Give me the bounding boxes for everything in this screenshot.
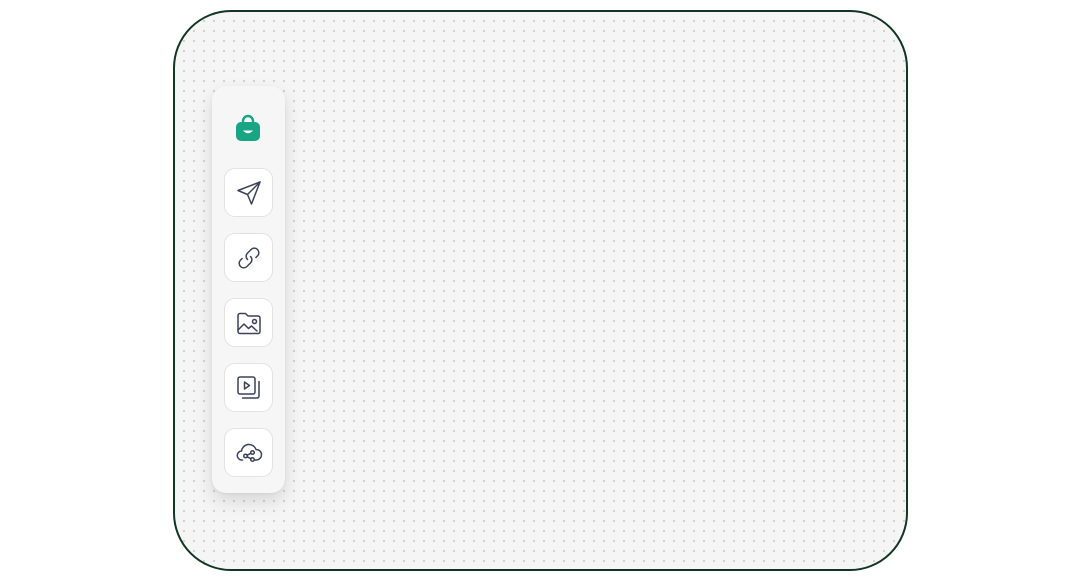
link-button[interactable] [224, 233, 273, 282]
link-icon [237, 246, 260, 269]
video-playlist-button[interactable] [224, 363, 273, 412]
send-button[interactable] [224, 168, 273, 217]
image-folder-button[interactable] [224, 298, 273, 347]
cloud-share-icon [236, 443, 262, 462]
app-stage [0, 0, 1080, 585]
vertical-toolbar [212, 86, 285, 493]
cloud-share-button[interactable] [224, 428, 273, 477]
send-icon [236, 180, 261, 205]
video-playlist-icon [236, 375, 260, 399]
shopping-bag-smile-icon [235, 114, 261, 142]
image-folder-icon [236, 312, 261, 334]
canvas-frame [173, 10, 908, 571]
